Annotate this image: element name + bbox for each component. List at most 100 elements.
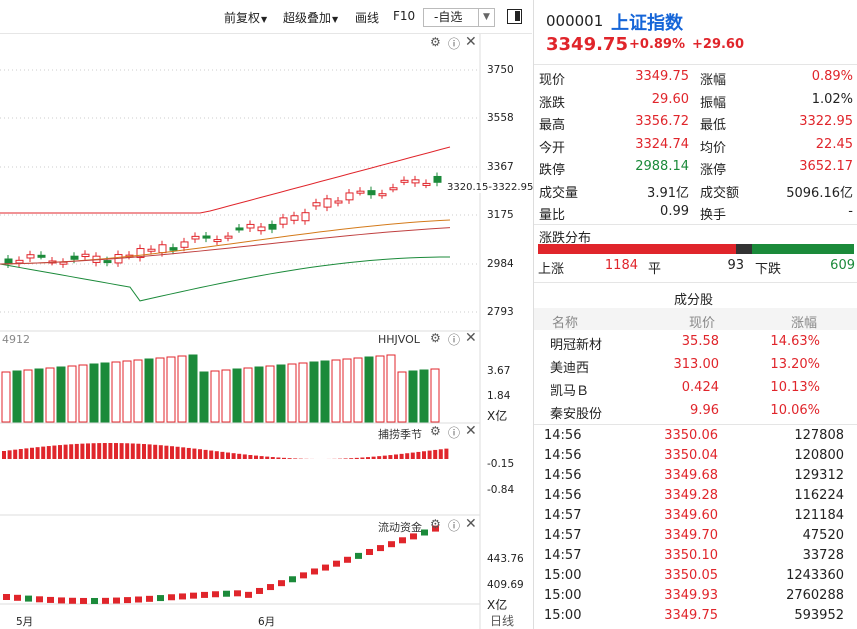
tick-time: 14:57 <box>544 508 582 523</box>
fuquan-dropdown[interactable]: 前复权▼ <box>224 9 267 26</box>
volume-bar <box>298 362 308 423</box>
close-icon[interactable]: ✕ <box>465 423 477 439</box>
component-row[interactable]: 明冠新材 35.58 14.63% <box>534 332 857 354</box>
quote-key: 现价 <box>539 73 566 88</box>
candle-body <box>213 239 222 243</box>
macd-bar <box>158 445 163 459</box>
candle-body <box>422 182 431 186</box>
macd-bar <box>377 456 382 459</box>
settings-icon[interactable]: ⚙ <box>430 424 441 438</box>
component-pct: 10.06% <box>770 403 820 418</box>
macd-bar <box>410 452 415 459</box>
draw-line-button[interactable]: 画线 <box>355 9 379 26</box>
tick-time: 14:56 <box>544 468 582 483</box>
macd-tick: -0.84 <box>487 484 515 496</box>
tick-row: 14:56 3349.68 129312 <box>534 466 857 486</box>
tick-row: 14:57 3349.70 47520 <box>534 526 857 546</box>
tick-price: 3349.68 <box>664 468 718 483</box>
macd-bar <box>35 447 40 459</box>
close-icon[interactable]: ✕ <box>465 34 477 50</box>
macd-bar <box>30 447 34 459</box>
breadth-bar-up <box>538 244 737 254</box>
candle-body <box>15 259 24 264</box>
quote-panel: 000001 上证指数 3349.75 +0.89% +29.60 现价 3349… <box>533 0 857 629</box>
candle-body <box>37 254 46 258</box>
macd-bar <box>192 448 197 459</box>
quote-value: 22.45 <box>815 136 853 152</box>
candle-body <box>411 179 420 184</box>
chevron-down-icon[interactable]: ▼ <box>478 9 494 26</box>
tick-row: 14:57 3350.10 33728 <box>534 546 857 566</box>
macd-bar <box>444 448 449 459</box>
help-icon[interactable]: ⓘ <box>448 424 460 441</box>
overlay-dropdown[interactable]: 超级叠加▼ <box>283 9 338 26</box>
help-icon[interactable]: ⓘ <box>448 517 460 534</box>
tick-volume: 120800 <box>794 448 844 463</box>
volume-bar <box>331 359 341 423</box>
quote-row: 量比 0.99 换手 - <box>534 202 857 224</box>
quote-row: 成交量 3.91亿 成交额 5096.16亿 <box>534 180 857 202</box>
macd-bar <box>427 450 432 459</box>
settings-icon[interactable]: ⚙ <box>430 517 441 531</box>
flow-bar <box>311 568 318 575</box>
chart-toolbar: 前复权▼ 超级叠加▼ 画线 F10 -自选 ▼ <box>0 0 532 34</box>
help-icon[interactable]: ⓘ <box>448 35 460 52</box>
macd-bars <box>2 443 449 459</box>
macd-bar <box>153 444 158 459</box>
flow-bar <box>223 590 230 597</box>
ma-line <box>0 219 451 265</box>
col-header-pct[interactable]: 涨幅 <box>791 312 817 331</box>
flow-bar <box>69 597 76 604</box>
f10-button[interactable]: F10 <box>393 9 415 23</box>
flow-bar <box>344 556 351 563</box>
candle-body <box>224 235 233 239</box>
flow-panel-title: 流动资金 <box>378 521 422 534</box>
quote-row: 涨跌 29.60 振幅 1.02% <box>534 90 857 112</box>
flow-unit: X亿 <box>487 598 508 612</box>
col-header-name[interactable]: 名称 <box>552 312 578 331</box>
price-tick: 2984 <box>487 258 514 270</box>
overlay-label: 超级叠加 <box>283 11 332 25</box>
quote-key: 均价 <box>700 140 727 156</box>
volume-bar <box>353 357 363 423</box>
macd-bar <box>142 444 146 459</box>
volume-bar <box>276 364 286 423</box>
volume-bar <box>320 360 330 423</box>
flow-tick: 443.76 <box>487 553 524 565</box>
flow-tick: 409.69 <box>487 579 524 591</box>
col-header-price[interactable]: 现价 <box>689 312 715 331</box>
period-label[interactable]: 日线 <box>490 612 514 629</box>
component-row[interactable]: 凯马Ｂ 0.424 10.13% <box>534 378 857 400</box>
quote-value: 3322.95 <box>799 114 853 129</box>
watchlist-select[interactable]: -自选 ▼ <box>423 8 495 27</box>
quote-key: 成交量 <box>539 185 579 201</box>
macd-bar <box>226 452 230 459</box>
stock-name: 上证指数 <box>611 13 683 34</box>
tick-volume: 593952 <box>794 608 844 623</box>
volume-bar <box>342 358 352 423</box>
quote-key: 振幅 <box>700 95 727 111</box>
component-row[interactable]: 秦安股份 9.96 10.06% <box>534 401 857 423</box>
macd-tick: -0.15 <box>487 458 515 470</box>
toggle-panel-icon[interactable] <box>507 9 522 24</box>
macd-bar <box>119 443 124 459</box>
macd-bar <box>181 447 186 459</box>
settings-icon[interactable]: ⚙ <box>430 35 441 49</box>
close-icon[interactable]: ✕ <box>465 330 477 346</box>
component-row[interactable]: 美迪西 313.00 13.20% <box>534 355 857 377</box>
close-icon[interactable]: ✕ <box>465 516 477 532</box>
volume-bar <box>386 354 396 423</box>
quote-key: 最高 <box>539 118 566 133</box>
quote-value: 3356.72 <box>635 114 689 129</box>
breadth-down-label: 下跌 <box>755 262 782 277</box>
help-icon[interactable]: ⓘ <box>448 331 460 348</box>
settings-icon[interactable]: ⚙ <box>430 331 441 345</box>
flow-bar <box>377 545 384 552</box>
macd-panel-title: 捕捞季节 <box>378 428 422 441</box>
volume-unit: X亿 <box>487 409 508 423</box>
macd-bar <box>147 444 152 459</box>
macd-bar <box>41 446 46 459</box>
flow-bar <box>25 595 32 602</box>
macd-bar <box>422 451 426 459</box>
tick-time: 15:00 <box>544 608 582 623</box>
